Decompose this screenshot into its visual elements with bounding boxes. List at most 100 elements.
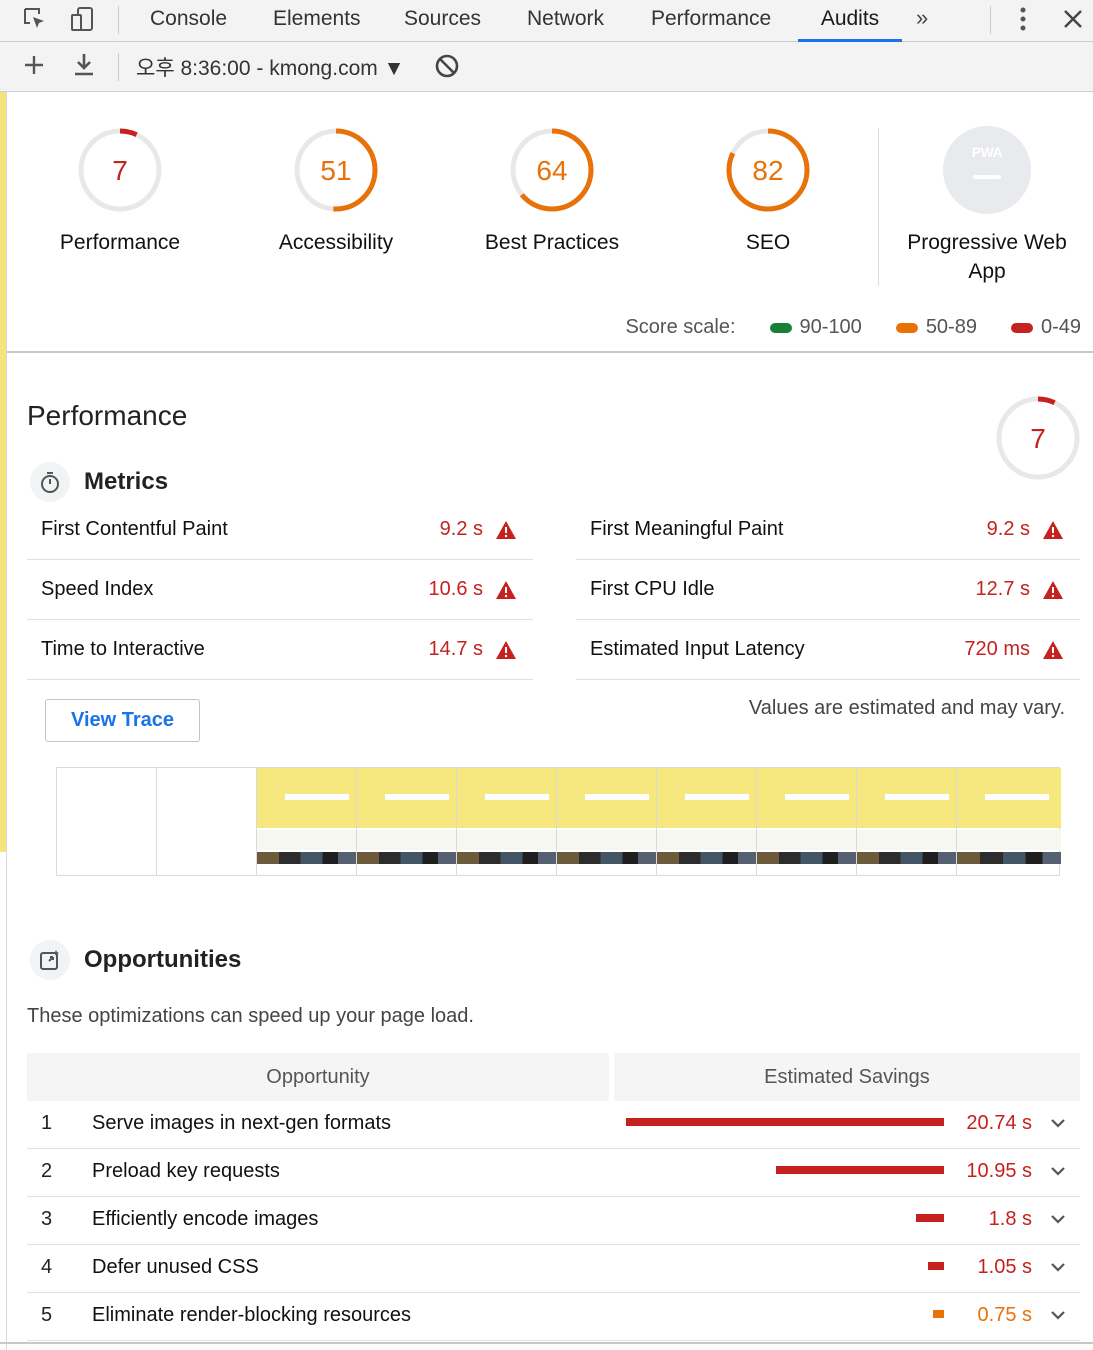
stopwatch-icon: [30, 462, 70, 502]
warning-triangle-icon: [1043, 521, 1063, 539]
filmstrip: [56, 767, 1061, 876]
estimate-note: Values are estimated and may vary.: [748, 697, 1065, 719]
average-range: 50-89: [925, 316, 977, 338]
new-audit-icon[interactable]: [17, 50, 51, 80]
header-divider: [7, 351, 1093, 353]
tab-audits[interactable]: Audits: [798, 0, 902, 42]
device-toolbar-icon[interactable]: [66, 4, 100, 34]
metric-label: First Contentful Paint: [41, 518, 228, 540]
filmstrip-frame: [157, 768, 257, 875]
category-label: Performance: [59, 231, 181, 254]
opportunity-label: Eliminate render-blocking resources: [92, 1304, 412, 1326]
section-title: Performance: [27, 400, 188, 431]
kebab-menu-icon[interactable]: [1006, 4, 1040, 34]
opportunity-label: Defer unused CSS: [92, 1256, 259, 1278]
category-pwa[interactable]: PWA Progressive Web App: [887, 126, 1087, 286]
metric-value: 12.7 s: [975, 578, 1030, 600]
warning-triangle-icon: [496, 521, 516, 539]
chevron-down-icon[interactable]: [1048, 1209, 1068, 1229]
opportunity-row[interactable]: 1 Serve images in next-gen formats 20.74…: [27, 1101, 1080, 1149]
warning-triangle-icon: [1043, 641, 1063, 659]
savings-value: 0.75 s: [977, 1304, 1032, 1326]
pwa-badge-text: PWA: [971, 144, 1003, 160]
metric-label: First CPU Idle: [590, 578, 715, 600]
page-edge-divider: [6, 92, 7, 1350]
score-gauge: 64: [508, 126, 596, 214]
filmstrip-frame: [757, 768, 857, 875]
score-scale-label: Score scale:: [625, 316, 736, 338]
savings-bar: [927, 1262, 944, 1270]
warning-triangle-icon: [496, 641, 516, 659]
savings-bar: [932, 1310, 944, 1318]
metric-value: 14.7 s: [428, 638, 483, 660]
filmstrip-frame: [57, 768, 157, 875]
metric-label: Estimated Input Latency: [590, 638, 805, 660]
score-scale-legend: Score scale: 90-100 50-89 0-49: [625, 316, 1081, 339]
opportunity-row[interactable]: 5 Eliminate render-blocking resources 0.…: [27, 1293, 1080, 1341]
report-select[interactable]: 오후 8:36:00 - kmong.com ▼: [136, 52, 404, 82]
toolbar-divider: [990, 6, 991, 34]
warning-triangle-icon: [1043, 581, 1063, 599]
opportunity-row[interactable]: 2 Preload key requests 10.95 s: [27, 1149, 1080, 1197]
chevron-down-icon[interactable]: [1048, 1113, 1068, 1133]
metric-label: Speed Index: [41, 578, 154, 600]
opportunity-row[interactable]: 3 Efficiently encode images 1.8 s: [27, 1197, 1080, 1245]
savings-value: 20.74 s: [966, 1112, 1032, 1134]
chevron-down-icon[interactable]: [1048, 1257, 1068, 1277]
category-performance[interactable]: 7 Performance: [20, 126, 220, 257]
filmstrip-frame: [557, 768, 657, 875]
close-icon[interactable]: [1056, 4, 1090, 34]
filmstrip-frame: [857, 768, 957, 875]
score-value: 51: [320, 155, 352, 186]
view-trace-button[interactable]: View Trace: [45, 699, 200, 742]
category-seo[interactable]: 82 SEO: [668, 126, 868, 257]
pass-range: 90-100: [799, 316, 862, 338]
pass-color-swatch: [769, 322, 792, 333]
opportunity-label: Efficiently encode images: [92, 1208, 319, 1230]
score-gauge: 51: [292, 126, 380, 214]
category-best-practices[interactable]: 64 Best Practices: [452, 126, 652, 257]
savings-bar: [776, 1166, 944, 1174]
chevron-down-icon[interactable]: [1048, 1161, 1068, 1181]
category-accessibility[interactable]: 51 Accessibility: [236, 126, 436, 257]
score-value: 7: [1030, 423, 1046, 454]
tab-elements[interactable]: Elements: [273, 0, 361, 42]
opportunity-row[interactable]: 4 Defer unused CSS 1.05 s: [27, 1245, 1080, 1293]
opportunity-label: Serve images in next-gen formats: [92, 1112, 392, 1134]
download-report-icon[interactable]: [67, 50, 101, 80]
score-value: 82: [752, 155, 784, 186]
chevron-down-icon[interactable]: [1048, 1305, 1068, 1325]
performance-score-gauge: 7: [996, 396, 1080, 480]
score-gauge: 82: [724, 126, 812, 214]
pwa-badge-dash: [973, 175, 1001, 179]
metric-label: Time to Interactive: [41, 638, 205, 660]
opportunities-title: Opportunities: [84, 946, 242, 973]
tab-performance[interactable]: Performance: [651, 0, 771, 42]
fail-range: 0-49: [1040, 316, 1081, 338]
warning-triangle-icon: [496, 581, 516, 599]
opportunities-heading: Opportunities: [30, 940, 241, 980]
tab-sources[interactable]: Sources: [404, 0, 481, 42]
average-color-swatch: [895, 322, 918, 333]
row-index: 5: [41, 1304, 53, 1326]
metrics-title: Metrics: [84, 468, 169, 495]
tab-console[interactable]: Console: [150, 0, 227, 42]
metric-estimated-input-latency: Estimated Input Latency 720 ms: [576, 621, 1080, 680]
savings-value: 1.8 s: [988, 1208, 1032, 1230]
metric-value: 9.2 s: [439, 518, 483, 540]
bottom-divider: [0, 1342, 1093, 1344]
category-label: Accessibility: [278, 231, 394, 254]
score-value: 7: [112, 155, 128, 186]
devtools-tabbar: Console Elements Sources Network Perform…: [0, 0, 1093, 42]
score-value: 64: [536, 155, 568, 186]
score-gauge: 7: [76, 126, 164, 214]
clear-reports-icon[interactable]: [430, 51, 464, 81]
inspect-element-icon[interactable]: [18, 4, 52, 34]
savings-value: 10.95 s: [966, 1160, 1032, 1182]
tab-network[interactable]: Network: [527, 0, 604, 42]
opportunities-icon: [30, 940, 70, 980]
metric-time-to-interactive: Time to Interactive 14.7 s: [27, 621, 533, 680]
more-tabs-icon[interactable]: »: [916, 4, 928, 34]
metric-speed-index: Speed Index 10.6 s: [27, 561, 533, 620]
opportunities-description: These optimizations can speed up your pa…: [27, 1005, 474, 1027]
